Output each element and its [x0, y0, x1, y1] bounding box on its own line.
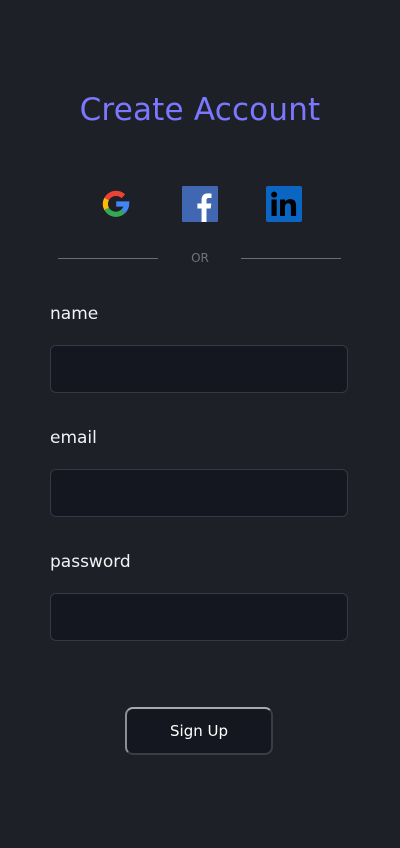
- email-label: email: [50, 428, 97, 448]
- signup-page: Create Account OR name email password Si…: [0, 0, 400, 848]
- google-icon: [102, 190, 130, 217]
- linkedin-login-button[interactable]: [266, 186, 302, 222]
- or-divider: OR: [0, 250, 400, 266]
- linkedin-icon: [266, 186, 302, 222]
- facebook-login-button[interactable]: [182, 186, 218, 222]
- name-label: name: [50, 304, 99, 324]
- divider-line-right: [241, 258, 341, 259]
- social-login-group: [0, 186, 400, 222]
- name-field[interactable]: [50, 345, 348, 393]
- email-field[interactable]: [50, 469, 348, 517]
- password-label: password: [50, 552, 131, 572]
- facebook-icon: [182, 186, 218, 222]
- google-login-button[interactable]: [98, 186, 134, 222]
- page-title: Create Account: [79, 92, 321, 128]
- sign-up-button[interactable]: Sign Up: [125, 707, 273, 755]
- password-field[interactable]: [50, 593, 348, 641]
